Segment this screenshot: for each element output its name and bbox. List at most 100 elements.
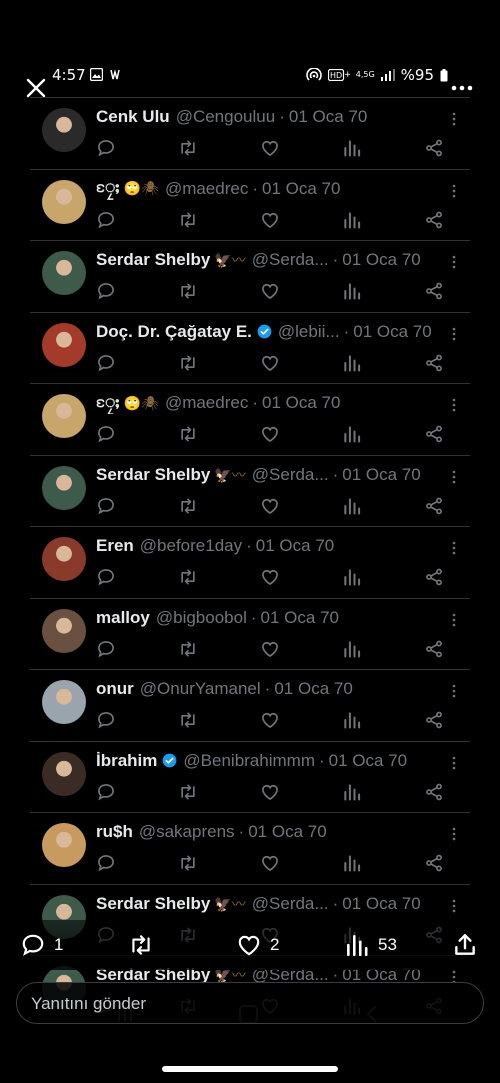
like-button[interactable]: [260, 424, 280, 444]
views-button[interactable]: [342, 782, 362, 802]
share-button[interactable]: [452, 932, 478, 958]
like-button[interactable]: [260, 782, 280, 802]
avatar[interactable]: [42, 823, 86, 867]
reply-input[interactable]: Yanıtını gönder: [16, 982, 484, 1024]
display-name[interactable]: Cenk Ulu: [96, 107, 170, 127]
handle[interactable]: @Serda...: [252, 250, 329, 270]
display-name[interactable]: ၠႄႈ: [96, 392, 120, 414]
post-date[interactable]: 01 Oca 70: [248, 822, 326, 842]
post-date[interactable]: 01 Oca 70: [342, 250, 420, 270]
avatar[interactable]: [42, 608, 86, 653]
reply-button[interactable]: [96, 710, 116, 730]
post-date[interactable]: 01 Oca 70: [262, 179, 340, 199]
retweet-button[interactable]: [178, 639, 198, 659]
more-vertical-icon[interactable]: [450, 613, 458, 627]
like-button[interactable]: [260, 639, 280, 659]
handle[interactable]: @Serda...: [252, 465, 329, 485]
more-vertical-icon[interactable]: [450, 327, 458, 341]
more-vertical-icon[interactable]: [450, 255, 458, 269]
reply-button[interactable]: [96, 639, 116, 659]
post-date[interactable]: 01 Oca 70: [262, 393, 340, 413]
like-button[interactable]: [260, 567, 280, 587]
post-row[interactable]: malloy @bigboobol · 01 Oca 70: [30, 597, 470, 670]
retweet-button[interactable]: [178, 496, 198, 516]
post-row[interactable]: Serdar Shelby 🦅〰 @Serda... · 01 Oca 70: [30, 454, 470, 527]
handle[interactable]: @sakaprens: [139, 822, 235, 842]
like-button[interactable]: [260, 138, 280, 158]
more-vertical-icon[interactable]: [450, 899, 458, 913]
retweet-button[interactable]: [178, 281, 198, 301]
handle[interactable]: @Serda...: [252, 894, 329, 914]
share-button[interactable]: [424, 138, 444, 158]
more-vertical-icon[interactable]: [450, 184, 458, 198]
share-button[interactable]: [424, 710, 444, 730]
post-date[interactable]: 01 Oca 70: [274, 679, 352, 699]
views-button[interactable]: [342, 639, 362, 659]
handle[interactable]: @before1day: [140, 536, 242, 556]
handle[interactable]: @maedrec: [165, 393, 248, 413]
post-row[interactable]: Cenk Ulu @Cengouluu · 01 Oca 70: [30, 97, 470, 169]
retweet-button[interactable]: [178, 710, 198, 730]
post-row[interactable]: ၠႄႈ 🙄🕷 @maedrec · 01 Oca 70: [30, 168, 470, 241]
post-row[interactable]: Serdar Shelby 🦅〰 @Serda... · 01 Oca 70: [30, 240, 470, 312]
views-button[interactable]: [342, 424, 362, 444]
reply-button[interactable]: [96, 281, 116, 301]
more-vertical-icon[interactable]: [450, 827, 458, 841]
avatar[interactable]: [42, 394, 86, 438]
post-date[interactable]: 01 Oca 70: [329, 751, 407, 771]
retweet-button[interactable]: [178, 853, 198, 873]
like-button[interactable]: [260, 710, 280, 730]
avatar[interactable]: [42, 251, 86, 295]
handle[interactable]: @bigboobol: [156, 608, 247, 628]
retweet-button[interactable]: [178, 424, 198, 444]
post-row[interactable]: ru$h @sakaprens · 01 Oca 70: [30, 812, 470, 884]
handle[interactable]: @OnurYamanel: [140, 679, 261, 699]
display-name[interactable]: Serdar Shelby: [96, 894, 210, 914]
views-button[interactable]: [342, 567, 362, 587]
display-name[interactable]: ၠႄႈ: [96, 178, 120, 200]
handle[interactable]: @Benibrahimmm: [183, 751, 315, 771]
retweet-button[interactable]: [178, 567, 198, 587]
reply-button[interactable]: [96, 210, 116, 230]
views-button[interactable]: [342, 496, 362, 516]
like-button[interactable]: [260, 210, 280, 230]
more-vertical-icon[interactable]: [450, 398, 458, 412]
post-row[interactable]: ၠႄႈ 🙄🕷 @maedrec · 01 Oca 70: [30, 383, 470, 455]
avatar[interactable]: [42, 179, 86, 224]
share-button[interactable]: [424, 496, 444, 516]
views-button[interactable]: [342, 210, 362, 230]
share-button[interactable]: [424, 424, 444, 444]
avatar[interactable]: [42, 751, 86, 796]
more-vertical-icon[interactable]: [450, 470, 458, 484]
views-button[interactable]: [342, 710, 362, 730]
more-vertical-icon[interactable]: [450, 112, 458, 126]
share-button[interactable]: [424, 853, 444, 873]
display-name[interactable]: ru$h: [96, 822, 133, 842]
display-name[interactable]: Doç. Dr. Çağatay E.: [96, 322, 252, 342]
post-date[interactable]: 01 Oca 70: [353, 322, 431, 342]
share-button[interactable]: [424, 639, 444, 659]
retweet-button[interactable]: [178, 210, 198, 230]
views-button[interactable]: 53: [344, 932, 397, 958]
avatar[interactable]: [42, 322, 86, 367]
avatar[interactable]: [42, 108, 86, 152]
views-button[interactable]: [342, 138, 362, 158]
post-row[interactable]: Doç. Dr. Çağatay E. @lebii... · 01 Oca 70: [30, 311, 470, 384]
like-button[interactable]: [260, 853, 280, 873]
avatar[interactable]: [42, 537, 86, 581]
more-vertical-icon[interactable]: [450, 756, 458, 770]
reply-button[interactable]: [96, 496, 116, 516]
retweet-button[interactable]: [178, 138, 198, 158]
post-date[interactable]: 01 Oca 70: [261, 608, 339, 628]
home-indicator[interactable]: [162, 1066, 338, 1072]
more-options-button[interactable]: [450, 80, 474, 96]
like-button[interactable]: [260, 353, 280, 373]
reply-button[interactable]: [96, 853, 116, 873]
post-row[interactable]: Eren @before1day · 01 Oca 70: [30, 526, 470, 598]
like-button[interactable]: [260, 496, 280, 516]
retweet-button[interactable]: [178, 782, 198, 802]
reply-count-button[interactable]: 1: [20, 932, 63, 958]
handle[interactable]: @lebii...: [278, 322, 340, 342]
handle[interactable]: @Cengouluu: [176, 107, 276, 127]
display-name[interactable]: onur: [96, 679, 134, 699]
